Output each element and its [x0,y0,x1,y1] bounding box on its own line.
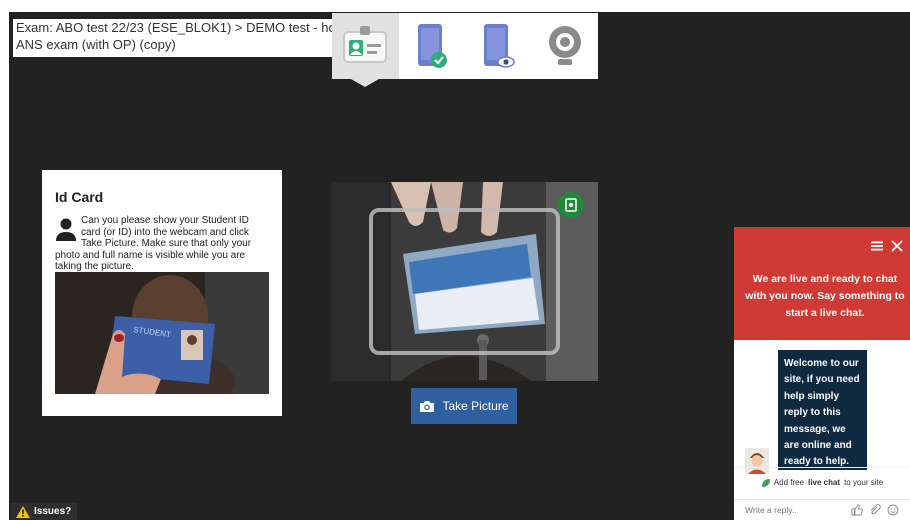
step-id-card[interactable] [332,13,399,79]
chat-promo-link[interactable]: Add free live chat to your site [734,467,910,491]
person-icon [56,218,76,241]
warning-icon [16,505,30,518]
live-chat-widget: We are live and ready to chat with you n… [734,227,910,520]
thumbs-up-icon[interactable] [851,504,863,516]
camera-active-icon [558,192,584,218]
issues-button[interactable]: Issues? [11,503,78,520]
phone-check-icon [417,24,447,68]
chat-promo-suffix: to your site [844,478,884,487]
proctoring-steps [332,13,598,79]
webcam-preview [331,182,598,381]
webcam-icon [548,26,581,65]
id-card-icon [343,26,388,63]
take-picture-label: Take Picture [442,399,509,413]
phone-eye-icon [484,24,515,68]
chat-reply-bar [734,499,910,520]
chat-reply-input[interactable] [745,505,845,515]
attachment-icon[interactable] [869,504,881,516]
chat-header-text: We are live and ready to chat with you n… [745,273,905,319]
chat-messages: Welcome to our site, if you need help si… [734,340,910,474]
exam-title-line1: Exam: ABO test 22/23 (ESE_BLOK1) > DEMO … [16,20,333,35]
id-card-instruction: Can you please show your Student ID card… [55,215,268,273]
chat-promo-prefix: Add free [773,478,805,487]
take-picture-button[interactable]: Take Picture [411,388,517,424]
leaf-icon [761,478,770,487]
issues-label: Issues? [34,506,72,517]
chat-message-bubble: Welcome to our site, if you need help si… [778,350,867,470]
step-webcam[interactable] [532,13,599,79]
hamburger-menu-icon[interactable] [870,239,884,253]
close-icon[interactable] [890,239,904,253]
id-card-title: Id Card [55,189,104,205]
id-card-panel: Id Card Can you please show your Student… [42,170,282,416]
camera-icon [420,400,435,412]
exam-title-line2: ANS exam (with OP) (copy) [16,36,181,53]
step-phone-check[interactable] [399,13,466,79]
emoji-icon[interactable] [887,504,899,516]
chat-promo-bold: live chat [808,478,841,487]
example-id-photo: STUDENT [55,272,269,394]
step-phone-eye[interactable] [465,13,532,79]
chat-header: We are live and ready to chat with you n… [734,227,910,340]
active-step-indicator [351,79,379,87]
id-card-instruction-text: Can you please show your Student ID card… [55,215,252,272]
exam-title: Exam: ABO test 22/23 (ESE_BLOK1) > DEMO … [13,19,333,57]
